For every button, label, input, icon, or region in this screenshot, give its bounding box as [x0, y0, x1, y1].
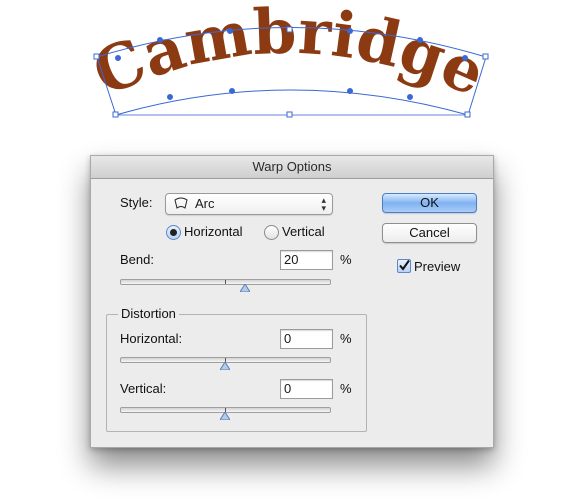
preview-label[interactable]: Preview	[414, 259, 460, 274]
bend-input[interactable]: 20	[280, 250, 333, 270]
distortion-horizontal-label: Horizontal:	[120, 331, 183, 346]
horizontal-radio[interactable]	[166, 225, 181, 240]
select-stepper-icon: ▴ ▾	[321, 195, 326, 213]
vertical-radio[interactable]	[264, 225, 279, 240]
distortion-vertical-slider-thumb[interactable]	[219, 412, 230, 420]
distortion-vertical-percent-unit: %	[340, 381, 352, 396]
style-select[interactable]: Arc ▴ ▾	[165, 193, 333, 215]
distortion-group-label: Distortion	[118, 306, 179, 321]
preview-checkbox[interactable]	[397, 259, 411, 273]
distortion-vertical-label: Vertical:	[120, 381, 167, 396]
distortion-vertical-input[interactable]: 0	[280, 379, 333, 399]
distortion-horizontal-input[interactable]: 0	[280, 329, 333, 349]
cancel-button[interactable]: Cancel	[382, 223, 477, 243]
warp-options-dialog: Warp Options Style: Arc ▴ ▾ Horizontal Ve…	[90, 155, 494, 448]
vertical-radio-label[interactable]: Vertical	[282, 224, 325, 239]
horizontal-radio-label[interactable]: Horizontal	[184, 224, 243, 239]
warped-text: Cambridge	[83, 0, 496, 110]
dialog-titlebar[interactable]: Warp Options	[91, 156, 493, 179]
warped-artwork: Cambridge	[0, 0, 580, 140]
distortion-horizontal-percent-unit: %	[340, 331, 352, 346]
bend-percent-unit: %	[340, 252, 352, 267]
bend-label: Bend:	[120, 252, 154, 267]
warp-canvas: Cambridge	[83, 0, 496, 118]
style-select-value: Arc	[195, 196, 215, 211]
bend-slider-track[interactable]	[120, 279, 331, 285]
arc-icon	[174, 197, 188, 209]
ok-button[interactable]: OK	[382, 193, 477, 213]
bend-slider-thumb[interactable]	[240, 284, 251, 292]
style-label: Style:	[120, 195, 153, 210]
distortion-horizontal-slider-thumb[interactable]	[219, 362, 230, 370]
bend-slider-center-tick	[225, 280, 226, 284]
checkmark-icon	[399, 259, 410, 271]
dialog-title: Warp Options	[252, 159, 332, 174]
